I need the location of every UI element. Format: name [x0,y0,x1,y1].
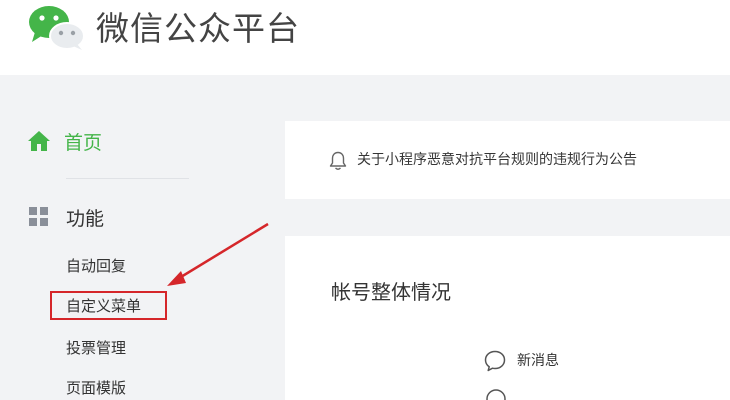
wechat-logo-icon[interactable] [27,4,87,52]
account-overview-card: 帐号整体情况 新消息 [285,236,730,400]
notice-card: 关于小程序恶意对抗平台规则的违规行为公告 [285,121,730,199]
bell-icon [329,151,347,170]
partial-stat-icon [485,388,507,400]
highlight-box [50,291,167,320]
top-header: 微信公众平台 [0,0,730,75]
stat-label-new-messages: 新消息 [517,353,559,369]
sidebar-item-auto-reply[interactable]: 自动回复 [66,255,126,277]
home-icon [28,131,50,151]
app-title: 微信公众平台 [96,9,300,48]
sidebar-item-page-template[interactable]: 页面模版 [66,377,126,399]
section-title: 帐号整体情况 [331,280,451,304]
sidebar-item-vote-management[interactable]: 投票管理 [66,337,126,359]
notice-link[interactable]: 关于小程序恶意对抗平台规则的违规行为公告 [357,149,637,171]
sidebar-item-home[interactable]: 首页 [27,125,102,157]
chat-bubble-icon [484,350,506,372]
sidebar-item-label: 首页 [64,131,103,154]
sidebar-divider [66,178,189,179]
grid-icon [29,207,48,226]
sidebar-section-label: 功能 [66,207,105,230]
sidebar [0,75,285,400]
sidebar-section-function: 功能 [29,201,104,233]
